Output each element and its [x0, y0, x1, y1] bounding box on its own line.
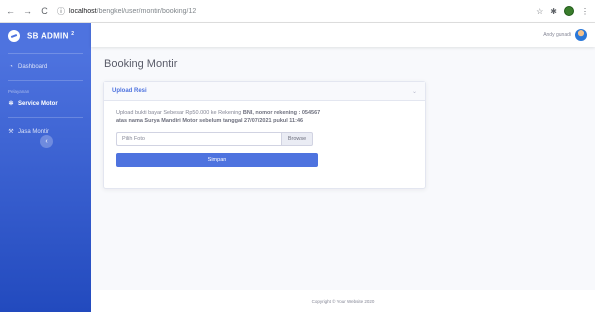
payment-instructions: Upload bukti bayar Sebesar Rp50.000 ke R…	[116, 110, 321, 124]
sidebar-item-service-motor[interactable]: ✲ Service Motor	[0, 94, 91, 113]
chevron-down-icon[interactable]: ⌄	[412, 88, 417, 95]
back-icon[interactable]: ←	[6, 6, 15, 16]
sidebar-item-label: Dashboard	[18, 64, 48, 70]
sidebar-item-dashboard[interactable]: ◔ Dashboard	[0, 58, 91, 76]
sidebar-item-label: Service Motor	[18, 100, 58, 107]
brand-logo-icon	[8, 30, 20, 42]
save-button[interactable]: Simpan	[116, 153, 318, 167]
wrench-icon: ⚒	[8, 129, 14, 135]
sidebar-heading: Pelayanan	[8, 89, 30, 94]
copyright-text: Copyright © Your Website 2020	[311, 298, 375, 304]
url-host: localhost	[69, 7, 97, 15]
sidebar-toggle-button[interactable]: ‹	[40, 135, 53, 148]
brand-text: SB ADMIN 2	[27, 31, 75, 41]
menu-icon[interactable]: ⋮	[581, 7, 589, 16]
browser-nav: ← → C	[6, 6, 49, 16]
upload-card: Upload Resi ⌄ Upload bukti bayar Sebesar…	[103, 81, 426, 189]
browser-toolbar: ← → C ⓘ localhost/bengkel/user/montir/bo…	[0, 0, 595, 23]
file-input[interactable]: Pilih Foto	[116, 132, 281, 146]
footer: Copyright © Your Website 2020	[91, 290, 595, 312]
topbar: Andy gunadi	[91, 23, 595, 47]
sidebar-item-label: Jasa Montir	[18, 128, 50, 135]
card-header[interactable]: Upload Resi ⌄	[104, 82, 425, 101]
forward-icon[interactable]: →	[23, 6, 32, 16]
tachometer-icon: ◔	[9, 64, 13, 70]
card-body: Upload bukti bayar Sebesar Rp50.000 ke R…	[104, 101, 425, 175]
user-name[interactable]: Andy gunadi	[543, 32, 571, 38]
star-icon[interactable]: ☆	[536, 7, 543, 16]
avatar[interactable]	[575, 29, 587, 41]
sidebar-brand[interactable]: SB ADMIN 2	[0, 23, 91, 49]
card-title: Upload Resi	[112, 88, 147, 94]
sidebar-divider	[8, 53, 83, 54]
reload-icon[interactable]: C	[40, 6, 49, 16]
sidebar-divider	[8, 117, 83, 118]
info-icon[interactable]: ⓘ	[57, 6, 65, 17]
address-bar[interactable]: localhost/bengkel/user/montir/booking/12	[69, 8, 536, 15]
file-upload: Pilih Foto Browse	[116, 132, 313, 146]
puzzle-icon[interactable]: ✱	[550, 7, 557, 16]
url-path: /bengkel/user/montir/booking/12	[96, 7, 197, 15]
sidebar: SB ADMIN 2 ◔ Dashboard Pelayanan ✲ Servi…	[0, 23, 91, 312]
sidebar-divider	[8, 80, 83, 81]
page-title: Booking Montir	[104, 58, 178, 70]
browse-button[interactable]: Browse	[281, 132, 313, 146]
browser-extensions: ☆ ✱ ⋮	[536, 6, 589, 16]
profile-icon[interactable]	[564, 6, 574, 16]
cog-icon: ✲	[8, 101, 14, 107]
